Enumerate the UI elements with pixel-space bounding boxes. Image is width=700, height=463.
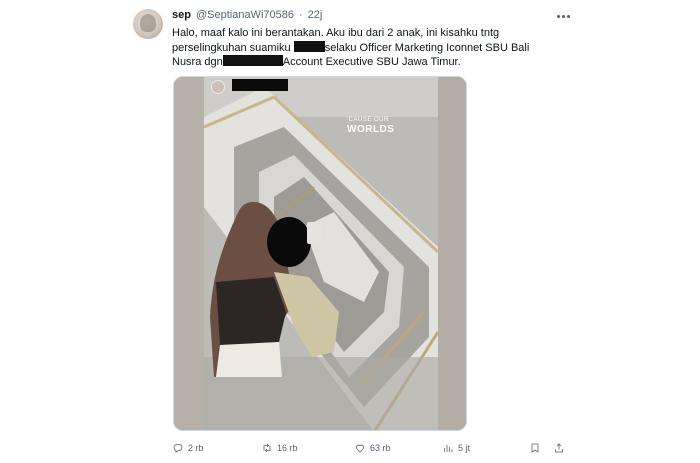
media-photo [174, 77, 466, 430]
reply-icon [173, 443, 183, 454]
redaction-bar [222, 55, 283, 66]
tweet-text-line3a: Nusra dgn [172, 56, 223, 68]
avatar[interactable] [133, 9, 163, 39]
retweet-icon [263, 443, 271, 453]
tweet-text-line2b: selaku Officer Marketing Iconnet SBU Bal… [324, 41, 530, 54]
redaction-bar [293, 40, 325, 52]
reply-count: 2 rb [188, 443, 204, 453]
reply-button[interactable]: 2 rb [172, 442, 204, 454]
redaction-bar [232, 79, 288, 91]
like-button[interactable]: 63 rb [354, 442, 391, 454]
tweet-text-line2a: perselingkuhan suamiku [172, 41, 291, 54]
caption-small: 'CAUSE OUR [347, 117, 389, 123]
tweet[interactable]: sep @SeptianaWi70586 · 22j Halo, maaf ka… [0, 0, 700, 463]
caption-big: WORLDS [347, 124, 395, 135]
bookmark-icon [531, 443, 539, 453]
like-icon [356, 444, 364, 453]
author-name[interactable]: sep [172, 9, 191, 21]
share-button[interactable] [553, 442, 565, 454]
tweet-text: Halo, maaf kalo ini berantakan. Aku ibu … [172, 26, 572, 70]
bookmark-button[interactable] [529, 442, 541, 454]
retweet-button[interactable]: 16 rb [261, 442, 298, 454]
timestamp[interactable]: 22j [308, 9, 323, 21]
author-handle[interactable]: @SeptianaWi70586 [196, 9, 294, 21]
story-avatar [211, 80, 225, 94]
media-caption: 'CAUSE OUR WORLDS [347, 117, 394, 135]
tweet-text-line1: Halo, maaf kalo ini berantakan. Aku ibu … [172, 27, 500, 39]
tweet-actions: 2 rb 16 rb 63 rb 5 jt [172, 442, 572, 458]
separator-dot: · [298, 9, 303, 21]
retweet-count: 16 rb [277, 443, 298, 453]
tweet-text-line3b: Account Executive SBU Jawa Timur. [282, 56, 461, 68]
share-icon [555, 443, 563, 453]
views-icon [444, 445, 453, 452]
more-icon[interactable] [553, 9, 573, 23]
tweet-media[interactable]: 'CAUSE OUR WORLDS [173, 76, 467, 431]
like-count: 63 rb [370, 443, 391, 453]
tweet-header: sep @SeptianaWi70586 · 22j [172, 9, 322, 25]
views-button[interactable]: 5 jt [442, 442, 470, 454]
views-count: 5 jt [458, 443, 471, 453]
